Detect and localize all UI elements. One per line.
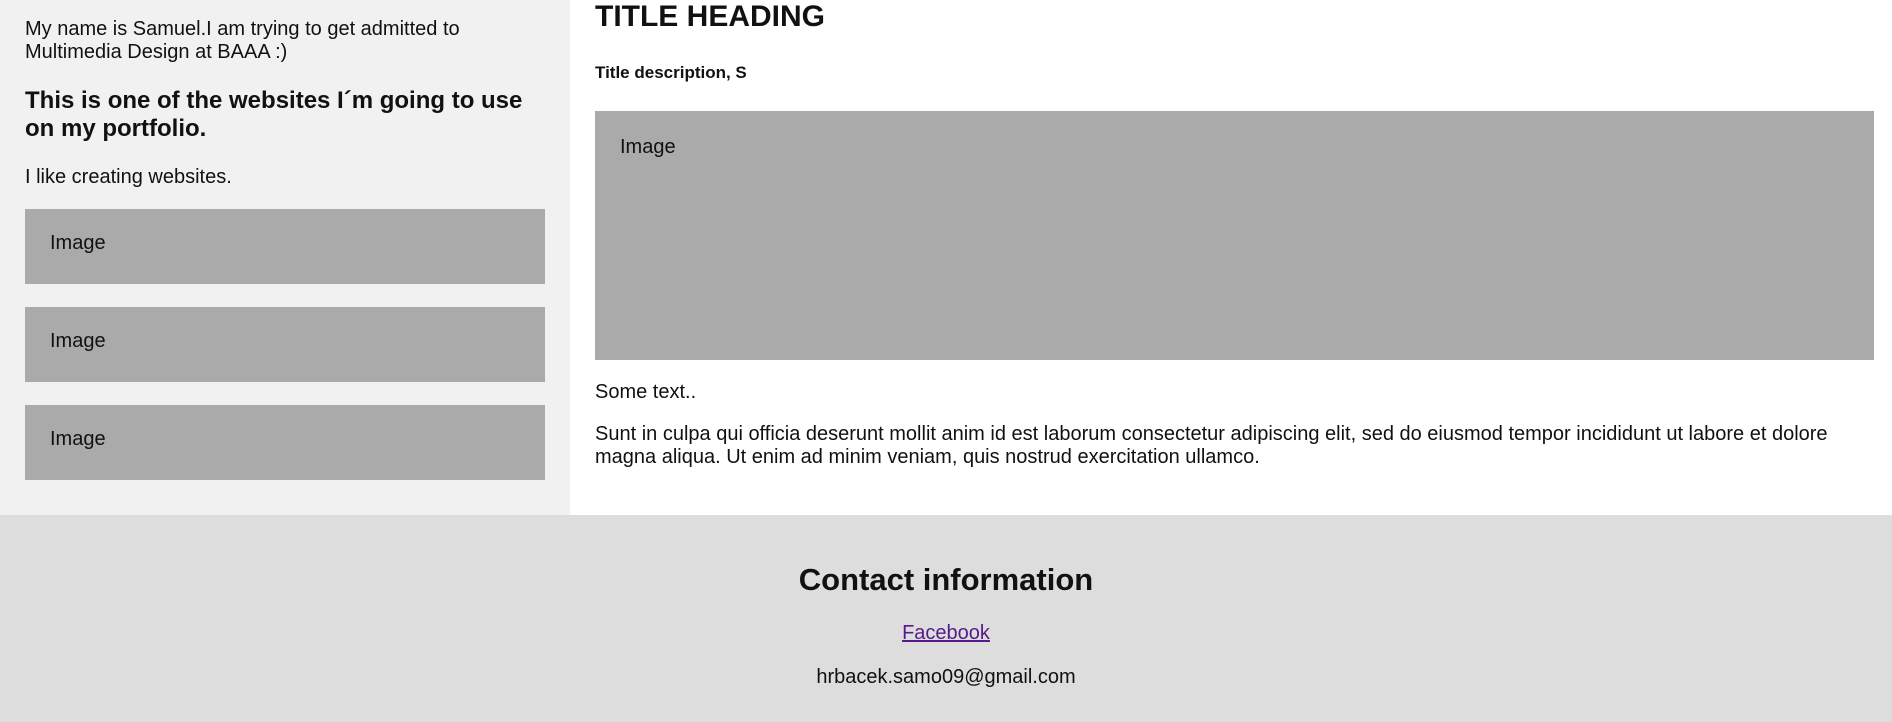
sidebar-image-placeholder: Image (25, 307, 545, 382)
image-label: Image (50, 428, 106, 450)
sidebar-image-placeholder: Image (25, 405, 545, 480)
portfolio-heading: This is one of the websites I´m going to… (25, 87, 523, 142)
sidebar-image-placeholder: Image (25, 209, 545, 284)
image-label: Image (50, 330, 106, 352)
image-label: Image (620, 136, 676, 158)
email-address: hrbacek.samo09@gmail.com (816, 666, 1076, 688)
main-image-placeholder: Image (595, 111, 1874, 360)
some-text: Some text.. (595, 381, 697, 403)
portfolio-page: My name is Samuel.I am trying to get adm… (0, 0, 1892, 722)
footer: Contact information Facebook hrbacek.sam… (0, 515, 1892, 722)
like-text: I like creating websites. (25, 166, 232, 188)
contact-heading: Contact information (798, 562, 1094, 597)
intro-text: My name is Samuel.I am trying to get adm… (25, 18, 460, 63)
facebook-link[interactable]: Facebook (902, 622, 990, 644)
page-title: TITLE HEADING (595, 0, 825, 33)
left-column: My name is Samuel.I am trying to get adm… (0, 0, 570, 515)
title-description: Title description, S (595, 63, 747, 82)
image-label: Image (50, 232, 106, 254)
main-content: TITLE HEADING Title description, S Image… (570, 0, 1892, 515)
facebook-link-wrapper: Facebook (0, 621, 1892, 645)
body-paragraph: Sunt in culpa qui officia deserunt molli… (595, 423, 1828, 468)
